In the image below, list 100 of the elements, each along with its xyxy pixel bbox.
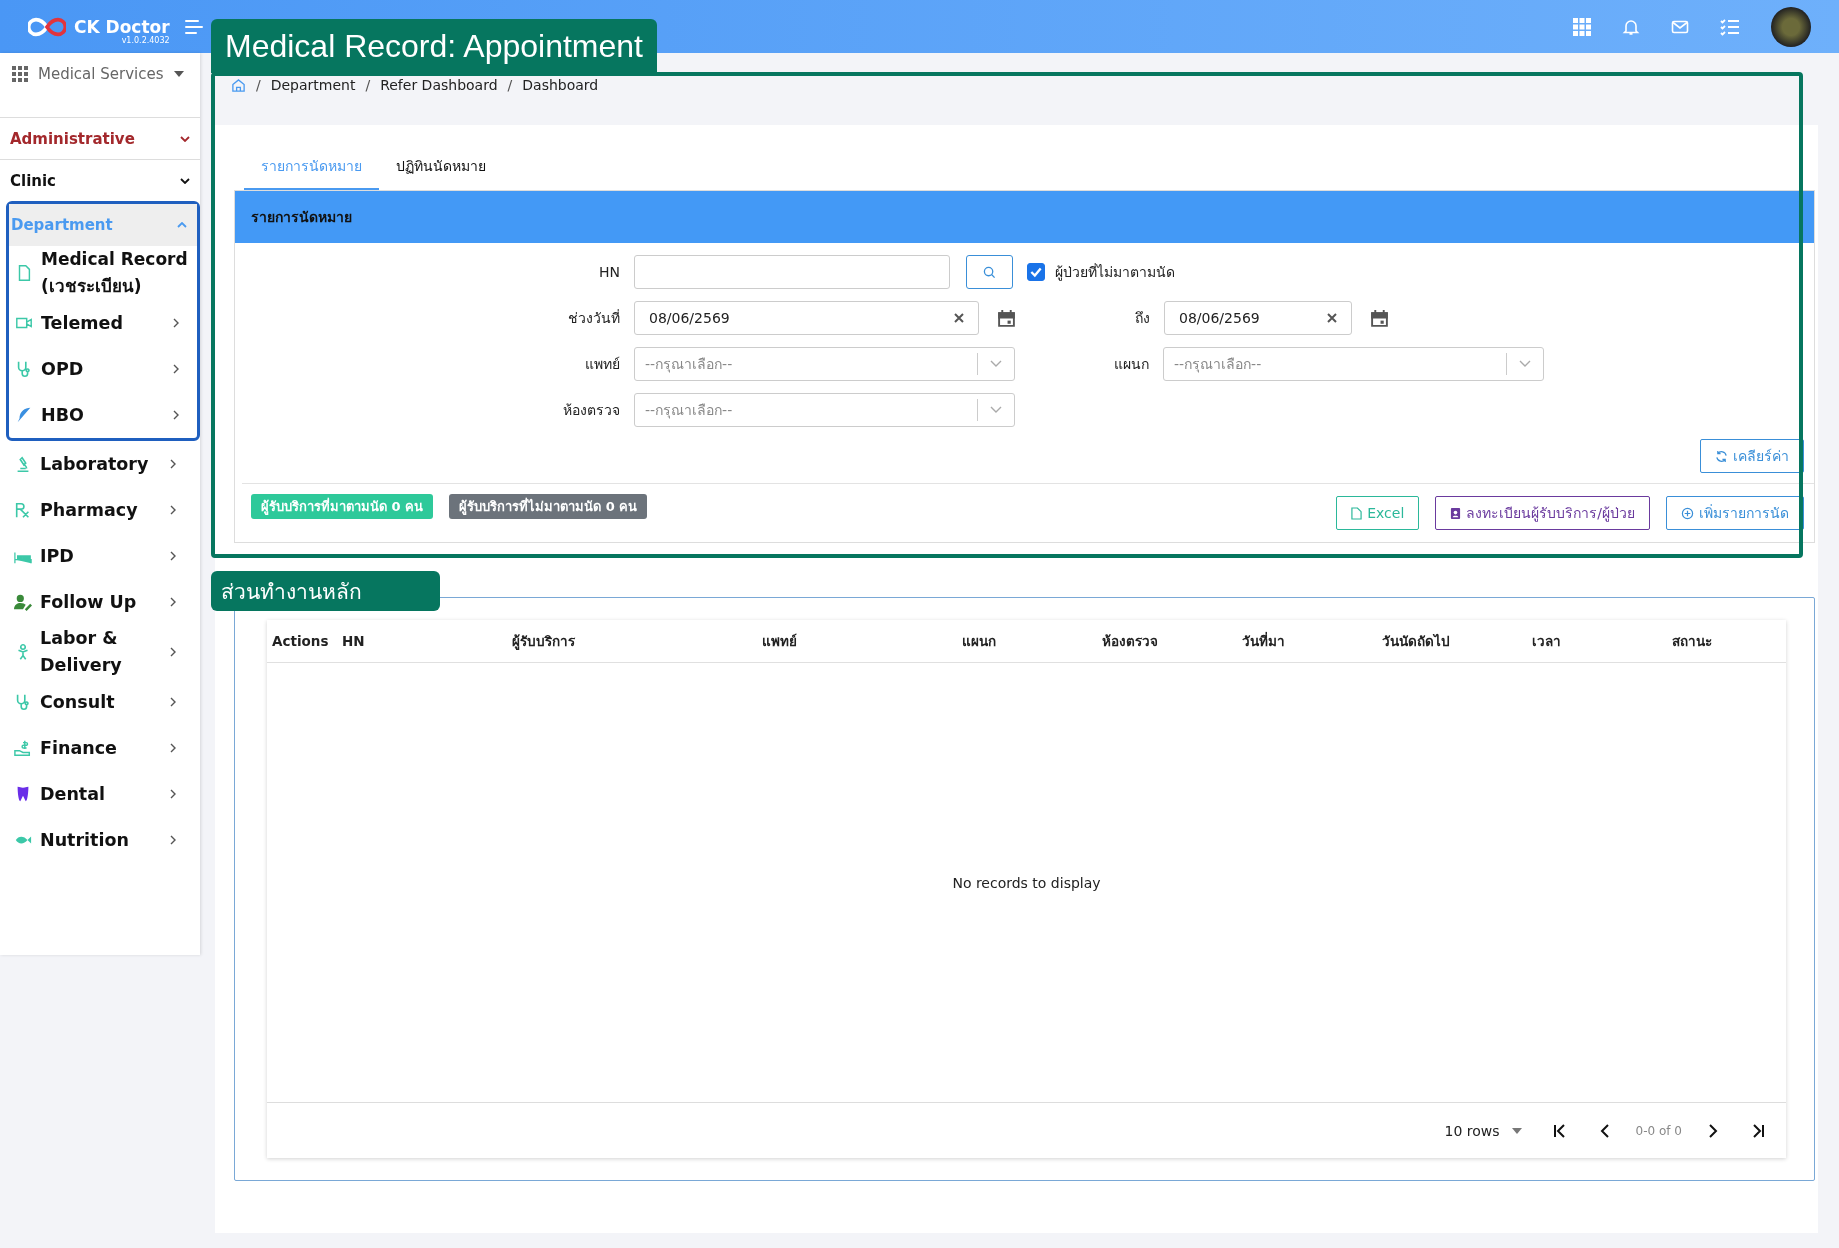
checkbox-label: ผู้ป่วยที่ไม่มาตามนัด [1055,262,1175,283]
doctor-select[interactable]: --กรุณาเลือก-- [634,347,1015,381]
field-label: ช่วงวันที่ [567,308,620,328]
apps-grid-icon [12,66,28,82]
chevron-icon [1519,360,1531,368]
breadcrumb-separator: / [365,77,371,93]
chevron-icon [170,597,176,607]
chevron-icon [170,459,176,469]
contact-card-icon [1450,506,1462,520]
empty-message: No records to display [952,874,1101,891]
sidebar-item[interactable]: OPD [9,346,197,392]
chevron-icon [177,222,187,228]
chevron-icon [173,318,179,328]
home-icon[interactable] [231,77,246,93]
caret-icon [1511,1127,1522,1134]
chevron-icon [990,360,1002,368]
avatar-photo-placeholder[interactable] [1771,6,1811,47]
sidebar-item[interactable]: Telemed [9,300,197,346]
column-header[interactable]: แผนก [962,630,1102,652]
date-input-field[interactable]: 08/06/2569 [634,301,979,335]
chevron-icon [173,410,179,420]
calendar-icon[interactable] [1370,308,1389,328]
room-select[interactable]: --กรุณาเลือก-- [634,393,1015,427]
chevron-icon [170,743,176,753]
column-header[interactable]: วันนัดถัดไป [1382,630,1532,652]
annotation-label: ส่วนทำงานหลัก [211,571,440,611]
sidebar-item[interactable]: IPD [0,533,200,579]
search-button[interactable] [966,255,1013,289]
user-edit-icon [14,593,32,611]
sidebar-group[interactable]: Clinic [0,159,200,201]
version-label: v1.0.2.4032 [121,36,170,45]
caret-icon [173,71,184,77]
breadcrumb-separator: / [507,77,513,93]
brand-name: CK Doctor [74,18,170,36]
count-badge: ผู้รับบริการที่ไม่มาตามนัด 0 คน [449,494,648,519]
module-selector[interactable]: Medical Services [0,53,200,95]
hn-input-field[interactable] [634,255,950,289]
first-page-icon[interactable] [1551,1122,1568,1139]
sidebar-item[interactable]: Labor & Delivery [0,625,200,679]
refresh-icon [1715,449,1728,463]
annotation-label: Medical Record: Appointment [211,19,657,73]
column-header[interactable]: ผู้รับบริการ [512,630,762,652]
chevron-icon [180,177,190,184]
sidebar-item[interactable]: Finance [0,725,200,771]
action-button[interactable]: ลงทะเบียนผู้รับบริการ/ผู้ป่วย [1435,496,1650,530]
chevron-icon [170,505,176,515]
field-label: HN [598,264,620,280]
chevron-icon [170,551,176,561]
chevron-icon [170,835,176,845]
checkbox[interactable] [1027,263,1045,281]
plus-circle-icon [1681,506,1694,520]
field-label: แผนก [1113,355,1149,374]
column-header[interactable]: วันที่มา [1242,630,1382,652]
department-select[interactable]: --กรุณาเลือก-- [1163,347,1544,381]
rows-per-page-select[interactable]: 10 rows [1444,1122,1522,1139]
column-header[interactable]: แพทย์ [762,630,962,652]
sidebar-item[interactable]: Follow Up [0,579,200,625]
checklist-icon[interactable] [1720,17,1740,36]
file-icon [1351,506,1363,520]
date-input-field[interactable]: 08/06/2569 [1164,301,1352,335]
clear-icon[interactable] [954,313,964,323]
column-header[interactable]: สถานะ [1672,630,1772,652]
sidebar-group[interactable]: Administrative [0,117,200,159]
chevron-icon [173,364,179,374]
clear-button[interactable]: เคลียร์ค่า [1700,439,1804,473]
sidebar-item[interactable]: Medical Record (เวชระเบียน) [9,246,197,300]
logo-icon [28,15,66,38]
stethoscope-icon [15,360,33,378]
sidebar-item[interactable]: Dental [0,771,200,817]
last-page-icon[interactable] [1750,1122,1766,1139]
chevron-icon [990,406,1002,414]
sidebar-item[interactable]: Consult [0,679,200,725]
breadcrumb-link[interactable]: Dashboard [522,77,599,93]
column-header[interactable]: HN [342,633,512,649]
column-header[interactable]: เวลา [1532,630,1672,652]
chevron-icon [180,135,190,142]
hand-coin-icon [14,739,32,757]
field-label: แพทย์ [584,355,620,374]
stethoscope-icon [14,693,32,711]
field-label: ถึง [1134,309,1150,328]
action-button[interactable]: เพิ่มรายการนัด [1666,496,1804,530]
page-range: 0-0 of 0 [1635,1123,1682,1138]
calendar-icon[interactable] [997,308,1016,328]
breadcrumb-link[interactable]: Refer Dashboard [380,77,498,93]
column-header[interactable]: ห้องตรวจ [1102,630,1242,652]
sidebar-item[interactable]: Laboratory [0,441,200,487]
sidebar-item[interactable]: Nutrition [0,817,200,863]
panel-title: รายการนัดหมาย [251,208,352,227]
count-badge: ผู้รับบริการที่มาตามนัด 0 คน [251,494,434,519]
chevron-icon [170,697,176,707]
tab[interactable]: ปฏิทินนัดหมาย [379,145,503,190]
sidebar-item[interactable]: Pharmacy [0,487,200,533]
chevron-icon [170,647,176,657]
field-label: ห้องตรวจ [562,401,620,420]
breadcrumb-link[interactable]: Department [270,77,356,93]
chevron-icon [170,789,176,799]
menu-icon[interactable] [183,18,204,35]
clear-icon[interactable] [1327,313,1337,323]
sidebar-item[interactable]: HBO [9,392,197,438]
column-header[interactable]: Actions [272,633,342,649]
